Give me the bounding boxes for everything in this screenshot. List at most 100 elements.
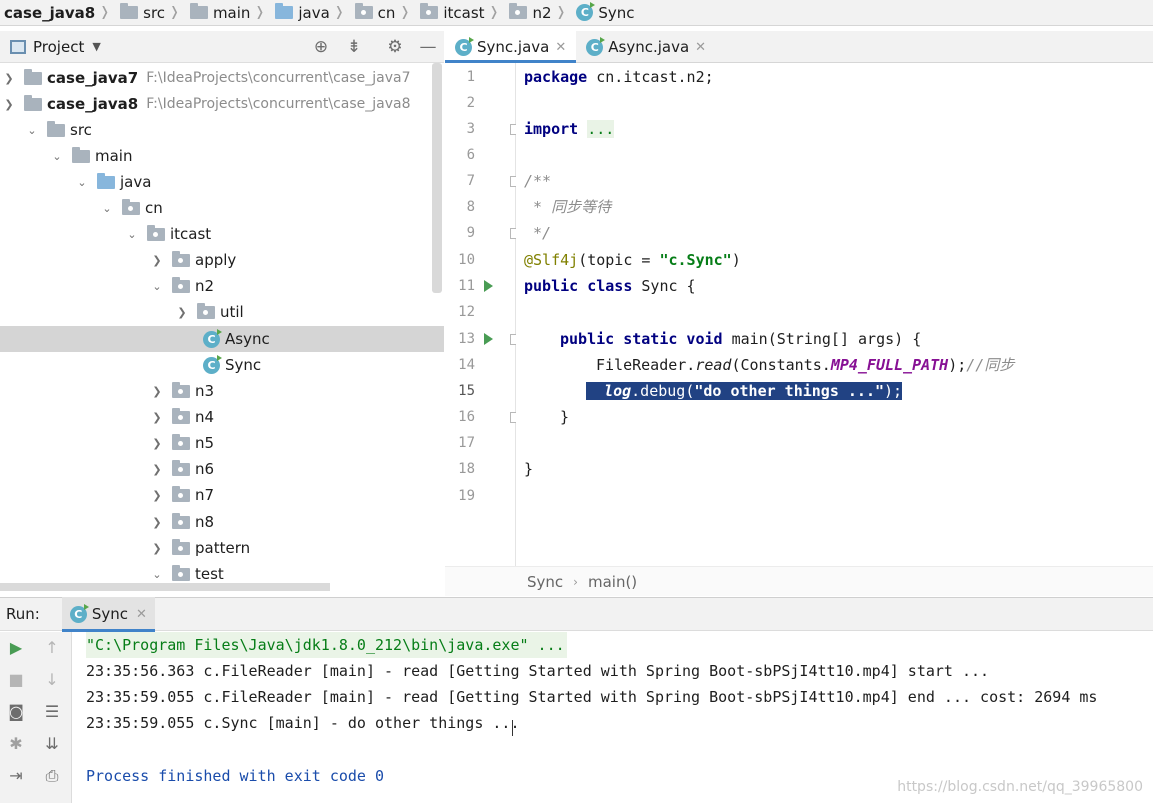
breadcrumb-item-n2[interactable]: n2 ❭ (505, 3, 572, 22)
chevron-right-icon: ❭ (333, 5, 345, 20)
breadcrumb-item-src[interactable]: src ❭ (116, 3, 186, 22)
run-tab-sync[interactable]: C Sync ✕ (61, 597, 155, 632)
breadcrumb-item-itcast[interactable]: itcast ❭ (416, 3, 505, 22)
tree-node-label: n2 (195, 277, 215, 295)
tree-node-cn[interactable]: ⌄ cn (0, 195, 444, 221)
project-panel-title[interactable]: Project (33, 38, 84, 56)
tree-node-label: n8 (195, 513, 215, 531)
camera-icon[interactable]: ◙ (6, 702, 26, 722)
arrow-down-icon[interactable]: ↓ (42, 670, 62, 690)
chevron-down-icon[interactable]: ⌄ (150, 568, 164, 581)
breadcrumb-item-main[interactable]: main ❭ (186, 3, 271, 22)
tree-node-label: pattern (195, 539, 251, 557)
minimize-icon[interactable]: — (418, 37, 438, 57)
close-icon[interactable]: ✕ (555, 40, 566, 55)
tree-node-sync[interactable]: C Sync (0, 352, 444, 378)
chevron-down-icon[interactable]: ⌄ (25, 124, 39, 137)
tree-node-n8[interactable]: ❯ n8 (0, 509, 444, 535)
line-number: 18 (458, 461, 475, 477)
package-icon (172, 433, 190, 450)
close-icon[interactable]: ✕ (136, 607, 147, 622)
tree-node-case-java8[interactable]: ❯ case_java8 F:\IdeaProjects\concurrent\… (0, 91, 444, 117)
scroll-to-end-icon[interactable]: ⇊ (42, 734, 62, 754)
chevron-down-icon[interactable]: ⌄ (75, 176, 89, 189)
close-icon[interactable]: ✕ (695, 40, 706, 55)
tree-node-case-java7[interactable]: ❯ case_java7 F:\IdeaProjects\concurrent\… (0, 65, 444, 91)
tab-sync-java[interactable]: C Sync.java ✕ (445, 31, 577, 63)
print-icon[interactable]: ⎙ (42, 766, 62, 786)
locate-icon[interactable]: ⊕ (311, 37, 331, 57)
tree-node-label: n5 (195, 434, 215, 452)
editor-breadcrumb-method[interactable]: main() (588, 573, 637, 591)
string-literal: "do other things ..." (694, 382, 885, 400)
tab-async-java[interactable]: C Async.java ✕ (576, 31, 716, 63)
horizontal-scrollbar[interactable] (0, 583, 330, 591)
breadcrumb-label: n2 (532, 3, 552, 22)
chevron-down-icon[interactable]: ⌄ (150, 280, 164, 293)
breadcrumb-item-sync[interactable]: C Sync (572, 2, 635, 22)
tree-node-apply[interactable]: ❯ apply (0, 247, 444, 273)
editor-gutter: 1 2 3 6 7 8 9 10 11 12 13 14 15 16 17 18… (445, 63, 547, 566)
editor-breadcrumb-class[interactable]: Sync (527, 573, 563, 591)
rerun-icon[interactable]: ▶ (6, 638, 26, 658)
chevron-down-icon[interactable]: ⌄ (125, 228, 139, 241)
selected-code[interactable]: log.debug("do other things ..."); (586, 382, 903, 400)
breadcrumb-label: itcast (443, 3, 485, 22)
debug-icon[interactable]: ✱ (6, 734, 26, 754)
line-number: 11 (458, 278, 475, 294)
chevron-down-icon[interactable]: ⌄ (50, 150, 64, 163)
tree-node-main[interactable]: ⌄ main (0, 143, 444, 169)
line-number: 7 (466, 173, 475, 189)
chevron-right-icon: ❭ (254, 5, 266, 20)
vertical-scrollbar[interactable] (432, 63, 442, 293)
soft-wrap-icon[interactable]: ☰ (42, 702, 62, 722)
breadcrumb-item-java[interactable]: java ❭ (271, 3, 350, 22)
code-line: public class Sync { (524, 273, 696, 299)
keyword: package (524, 68, 588, 86)
chevron-right-icon[interactable]: ❯ (150, 437, 164, 450)
run-class-icon[interactable] (484, 280, 493, 292)
arrow-up-icon[interactable]: ↑ (42, 638, 62, 658)
breadcrumb-item-project[interactable]: case_java8 ❭ (0, 4, 116, 22)
tree-node-util[interactable]: ❯ util (0, 299, 444, 325)
run-method-icon[interactable] (484, 333, 493, 345)
tree-node-n6[interactable]: ❯ n6 (0, 456, 444, 482)
tree-node-java[interactable]: ⌄ java (0, 169, 444, 195)
chevron-down-icon[interactable]: ⌄ (100, 202, 114, 215)
collapse-all-icon[interactable]: ⇟ (344, 37, 364, 57)
tree-node-label: n7 (195, 486, 215, 504)
stop-icon[interactable]: ■ (6, 670, 26, 690)
chevron-right-icon[interactable]: ❯ (150, 385, 164, 398)
console-output[interactable]: "C:\Program Files\Java\jdk1.8.0_212\bin\… (72, 632, 1153, 803)
console-line: 23:35:59.055 c.Sync [main] - do other th… (86, 714, 520, 732)
chevron-right-icon[interactable]: ❯ (175, 306, 189, 319)
tree-node-n3[interactable]: ❯ n3 (0, 378, 444, 404)
chevron-right-icon[interactable]: ❯ (150, 411, 164, 424)
package-icon (197, 302, 215, 319)
tree-node-n4[interactable]: ❯ n4 (0, 404, 444, 430)
gear-icon[interactable]: ⚙ (385, 37, 405, 57)
tree-node-src[interactable]: ⌄ src (0, 117, 444, 143)
breadcrumb-label: case_java8 (4, 3, 96, 22)
tree-node-label: util (220, 303, 244, 321)
chevron-right-icon[interactable]: ❯ (2, 72, 16, 85)
code-editor[interactable]: package cn.itcast.n2; import ... /** * 同… (516, 63, 1153, 566)
tree-node-n2[interactable]: ⌄ n2 (0, 273, 444, 299)
chevron-right-icon[interactable]: ❯ (150, 463, 164, 476)
chevron-right-icon[interactable]: ❯ (150, 542, 164, 555)
tree-node-pattern[interactable]: ❯ pattern (0, 535, 444, 561)
folded-imports[interactable]: ... (587, 120, 615, 138)
tree-node-n5[interactable]: ❯ n5 (0, 430, 444, 456)
chevron-right-icon[interactable]: ❯ (150, 254, 164, 267)
code-text: main(String[] args) { (722, 330, 922, 348)
breadcrumb-item-cn[interactable]: cn ❭ (351, 3, 417, 22)
chevron-right-icon[interactable]: ❯ (150, 489, 164, 502)
exit-icon[interactable]: ⇥ (6, 766, 26, 786)
tree-node-itcast[interactable]: ⌄ itcast (0, 221, 444, 247)
package-icon (172, 512, 190, 529)
chevron-down-icon[interactable]: ❯ (2, 98, 16, 111)
tree-node-n7[interactable]: ❯ n7 (0, 482, 444, 508)
tree-node-async[interactable]: C Async (0, 326, 444, 352)
chevron-right-icon[interactable]: ❯ (150, 516, 164, 529)
chevron-down-icon[interactable]: ▼ (92, 40, 100, 53)
